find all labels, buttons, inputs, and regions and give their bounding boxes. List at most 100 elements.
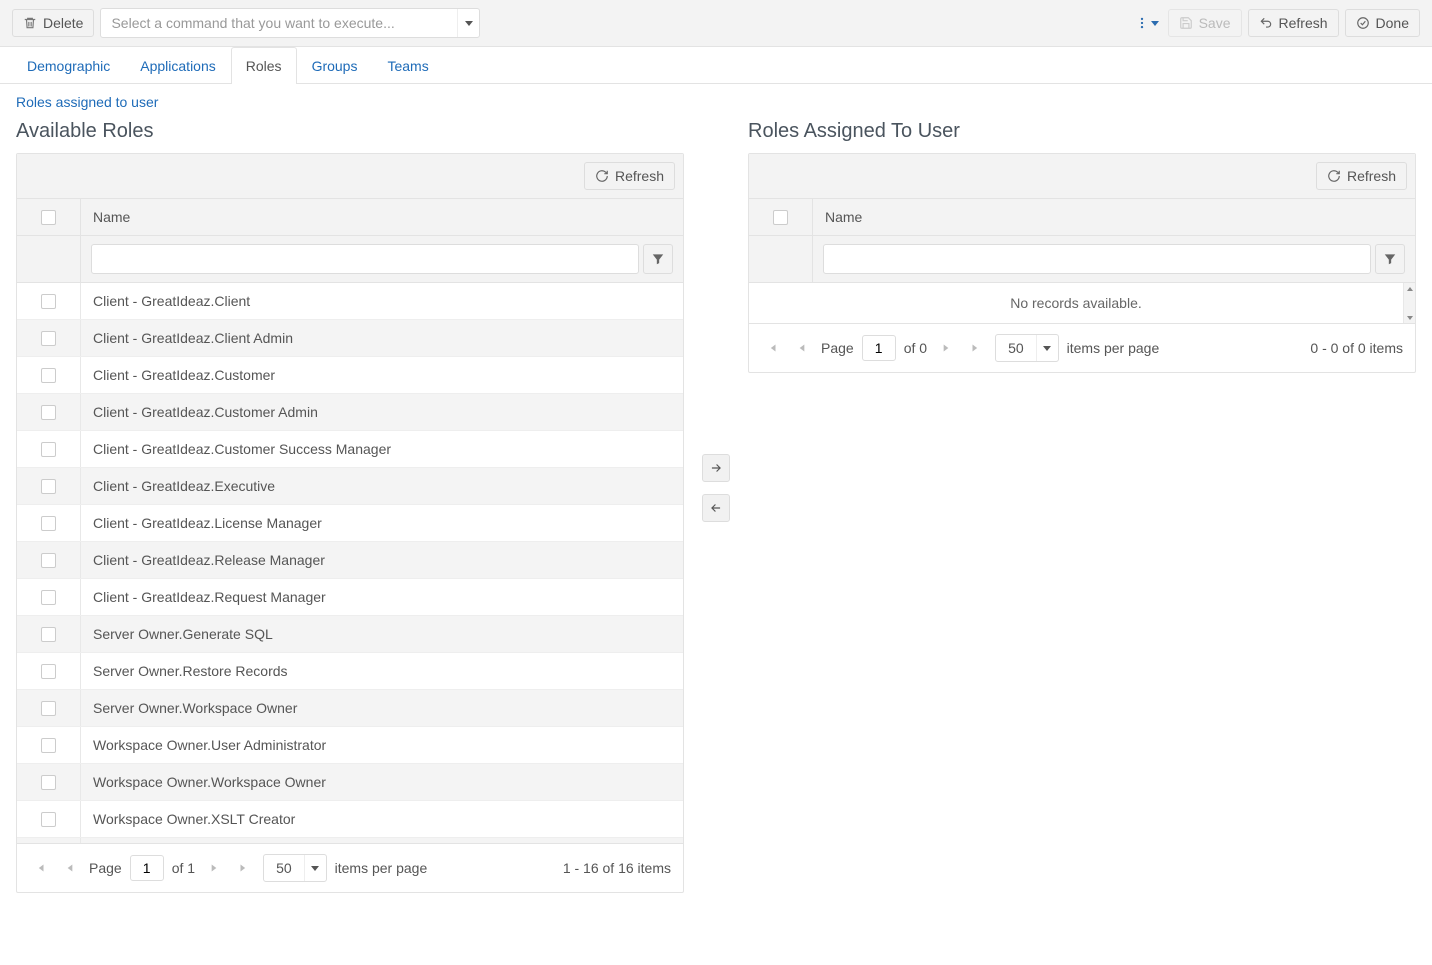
available-panel: Available Roles Refresh Name (16, 114, 684, 893)
prev-icon (795, 341, 809, 355)
pager-last-button[interactable] (233, 857, 255, 879)
available-name-filter-input[interactable] (91, 244, 639, 274)
pager-last-button[interactable] (965, 337, 987, 359)
table-row[interactable]: Server Owner.Restore Records (17, 653, 683, 690)
row-checkbox[interactable] (41, 294, 56, 309)
row-name: Server Owner.Restore Records (81, 653, 683, 689)
next-icon (939, 341, 953, 355)
pager-next-button[interactable] (203, 857, 225, 879)
assigned-name-filter-input[interactable] (823, 244, 1371, 274)
available-grid-body[interactable]: Client - GreatIdeaz.ClientClient - Great… (17, 283, 683, 843)
assigned-name-header[interactable]: Name (813, 199, 1415, 235)
pager-summary: 0 - 0 of 0 items (1310, 340, 1403, 356)
more-vertical-icon (1135, 16, 1149, 30)
pager-page-input[interactable] (130, 855, 164, 881)
row-checkbox[interactable] (41, 442, 56, 457)
pager-first-button[interactable] (29, 857, 51, 879)
table-row[interactable]: Client - GreatIdeaz.Release Manager (17, 542, 683, 579)
refresh-icon (1327, 169, 1341, 183)
row-checkbox[interactable] (41, 331, 56, 346)
last-icon (237, 861, 251, 875)
table-row[interactable]: Workspace Owner.XSLT Creator (17, 801, 683, 838)
command-select[interactable]: Select a command that you want to execut… (100, 8, 480, 38)
refresh-button[interactable]: Refresh (1248, 9, 1339, 37)
pager-prev-button[interactable] (59, 857, 81, 879)
available-refresh-label: Refresh (615, 168, 664, 184)
tab-applications[interactable]: Applications (125, 47, 231, 84)
pager-ipp-label: items per page (1067, 340, 1160, 356)
row-checkbox[interactable] (41, 701, 56, 716)
subtab-row: Roles assigned to user (0, 84, 1432, 114)
row-checkbox[interactable] (41, 405, 56, 420)
table-row[interactable]: Client - GreatIdeaz.Customer Success Man… (17, 431, 683, 468)
next-icon (207, 861, 221, 875)
row-checkbox[interactable] (41, 738, 56, 753)
refresh-label: Refresh (1279, 15, 1328, 31)
assigned-scroll-spinner[interactable] (1403, 283, 1415, 323)
table-row[interactable]: Client - GreatIdeaz.Request Manager (17, 579, 683, 616)
available-filter-button[interactable] (643, 244, 673, 274)
table-row[interactable]: Client - GreatIdeaz.Executive (17, 468, 683, 505)
table-row[interactable]: Client - GreatIdeaz.Customer (17, 357, 683, 394)
tab-roles[interactable]: Roles (231, 47, 297, 84)
save-icon (1179, 16, 1193, 30)
pager-size-select[interactable]: 50 (263, 854, 327, 882)
row-checkbox[interactable] (41, 368, 56, 383)
chevron-down-icon (311, 866, 319, 871)
row-name: Server Owner.Generate SQL (81, 616, 683, 652)
save-button[interactable]: Save (1168, 9, 1242, 37)
table-row[interactable]: Client - GreatIdeaz.Client (17, 283, 683, 320)
table-row[interactable]: Client - GreatIdeaz.Client Admin (17, 320, 683, 357)
assigned-select-all-checkbox[interactable] (773, 210, 788, 225)
table-row[interactable]: Server Owner.Workspace Owner (17, 690, 683, 727)
table-row[interactable]: Server Owner.Generate SQL (17, 616, 683, 653)
pager-size-select[interactable]: 50 (995, 334, 1059, 362)
delete-button[interactable]: Delete (12, 9, 94, 37)
available-grid: Refresh Name Client - GreatIdeaz.ClientC… (16, 153, 684, 893)
available-name-header[interactable]: Name (81, 199, 683, 235)
row-name: Workspace Owner.User Administrator (81, 727, 683, 763)
more-menu[interactable] (1132, 13, 1162, 33)
pager-of-text: of 1 (172, 860, 195, 876)
done-button[interactable]: Done (1345, 9, 1420, 37)
table-row[interactable]: Workspace Owner.Workspace Owner (17, 764, 683, 801)
pager-page-input[interactable] (862, 335, 896, 361)
tab-demographic[interactable]: Demographic (12, 47, 125, 84)
available-select-all-checkbox[interactable] (41, 210, 56, 225)
row-checkbox[interactable] (41, 812, 56, 827)
assign-button[interactable] (702, 454, 730, 482)
row-checkbox[interactable] (41, 775, 56, 790)
unassign-button[interactable] (702, 494, 730, 522)
assigned-filter-button[interactable] (1375, 244, 1405, 274)
row-checkbox[interactable] (41, 553, 56, 568)
roles-assigned-link[interactable]: Roles assigned to user (16, 94, 158, 110)
row-name: Client - GreatIdeaz.Customer (81, 357, 683, 393)
row-checkbox[interactable] (41, 479, 56, 494)
pager-next-button[interactable] (935, 337, 957, 359)
chevron-down-icon (465, 21, 473, 26)
assigned-refresh-button[interactable]: Refresh (1316, 162, 1407, 190)
command-caret[interactable] (457, 9, 479, 37)
arrow-left-icon (709, 501, 723, 515)
table-row[interactable]: Client - GreatIdeaz.License Manager (17, 505, 683, 542)
row-checkbox[interactable] (41, 590, 56, 605)
row-checkbox[interactable] (41, 664, 56, 679)
pager-first-button[interactable] (761, 337, 783, 359)
tab-groups[interactable]: Groups (297, 47, 373, 84)
assigned-grid: Refresh Name No records available. (748, 153, 1416, 373)
assigned-no-records: No records available. (749, 283, 1403, 323)
table-row[interactable]: Workspace Owner.xxx (17, 838, 683, 843)
row-checkbox[interactable] (41, 627, 56, 642)
table-row[interactable]: Workspace Owner.User Administrator (17, 727, 683, 764)
available-pager: Page of 1 50 items per page 1 - 16 of 16… (17, 843, 683, 892)
available-refresh-button[interactable]: Refresh (584, 162, 675, 190)
save-label: Save (1199, 15, 1231, 31)
pager-prev-button[interactable] (791, 337, 813, 359)
tab-teams[interactable]: Teams (372, 47, 443, 84)
row-name: Client - GreatIdeaz.Request Manager (81, 579, 683, 615)
table-row[interactable]: Client - GreatIdeaz.Customer Admin (17, 394, 683, 431)
trash-icon (23, 16, 37, 30)
row-checkbox[interactable] (41, 516, 56, 531)
spinner-down-icon (1407, 316, 1413, 320)
done-label: Done (1376, 15, 1409, 31)
